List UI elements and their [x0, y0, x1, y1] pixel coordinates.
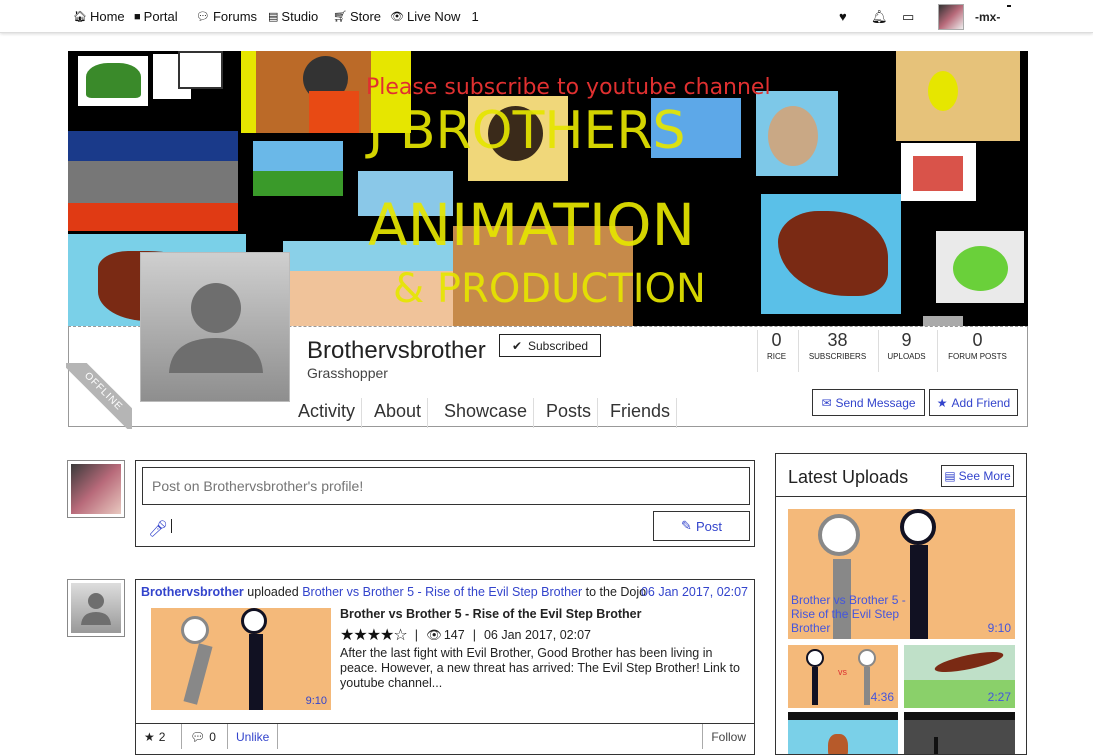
profile-name: Brothervsbrother — [307, 337, 486, 364]
offline-ribbon: OFFLINE — [66, 363, 132, 429]
profile-picture — [140, 252, 290, 402]
nav-forums[interactable]: 💬︎ Forums — [196, 9, 257, 24]
comment-icon: 💬︎ — [190, 729, 206, 744]
feed-user-link[interactable]: Brothervsbrother — [141, 585, 244, 599]
upload-date: 06 Jan 2017, 02:07 — [483, 628, 591, 642]
like-count-button[interactable]: ★ 2 — [136, 724, 182, 749]
eye-icon: 👁︎ — [425, 627, 442, 642]
star-icon: ★ — [936, 395, 948, 410]
view-count: 147 — [443, 628, 465, 642]
bell-icon[interactable]: 🔔︎ — [871, 9, 888, 25]
upload-thumbnail-4[interactable] — [788, 712, 898, 754]
comments-icon: 💬︎ — [196, 11, 210, 23]
check-icon: ✔ — [511, 338, 522, 353]
upload-thumbnail-1[interactable]: Brother vs Brother 5 - Rise of the Evil … — [788, 509, 1015, 639]
feed-thumbnail[interactable]: 9:10 — [151, 608, 331, 710]
upload-duration-3: 2:27 — [987, 690, 1011, 704]
tab-showcase[interactable]: Showcase — [438, 398, 535, 428]
default-user-icon — [81, 593, 111, 625]
activity-feed-item: Brothervsbrother uploaded Brother vs Bro… — [135, 579, 755, 755]
subscribe-button[interactable]: ✔ Subscribed — [499, 334, 601, 357]
upload-duration-2: 4:36 — [870, 690, 894, 704]
nav-studio[interactable]: ▤ Studio — [268, 9, 318, 24]
upload-thumbnail-5[interactable] — [904, 712, 1015, 754]
add-friend-button[interactable]: ★ Add Friend — [929, 389, 1018, 416]
edit-icon: ✎ — [681, 518, 692, 533]
follow-button[interactable]: Follow — [702, 724, 754, 749]
envelope-icon: ✉ — [821, 395, 832, 410]
feed-user-avatar[interactable] — [67, 579, 125, 637]
nav-store[interactable]: 🛒︎ Store — [333, 9, 381, 24]
send-message-button[interactable]: ✉ Send Message — [812, 389, 925, 416]
heart-icon[interactable]: ♥ — [839, 9, 847, 24]
top-navbar: 🏠︎ Home ■ Portal 💬︎ Forums ▤ Studio 🛒︎ Store … — [0, 0, 1093, 33]
see-more-button[interactable]: ▤ See More — [941, 465, 1014, 487]
banner-title-line1: J BROTHERS — [368, 101, 686, 161]
stat-forum-posts[interactable]: 0 FORUM POSTS — [937, 330, 1017, 372]
microphone-icon[interactable]: 🎤︎ — [148, 519, 168, 539]
cart-icon: 🛒︎ — [333, 11, 347, 23]
my-avatar — [67, 460, 125, 518]
latest-uploads-title: Latest Uploads — [788, 467, 909, 487]
unlike-button[interactable]: Unlike — [228, 724, 279, 749]
feed-duration: 9:10 — [305, 695, 327, 707]
feed-header: Brothervsbrother uploaded Brother vs Bro… — [141, 585, 647, 599]
post-input[interactable] — [142, 467, 750, 505]
tab-friends[interactable]: Friends — [604, 398, 678, 428]
post-button[interactable]: ✎ Post — [653, 511, 750, 541]
nav-portal[interactable]: ■ Portal — [134, 9, 178, 24]
eye-icon: 👁︎ — [390, 11, 404, 23]
banner-subscribe-text: Please subscribe to youtube channel — [366, 75, 771, 100]
nav-live-now[interactable]: 👁︎ Live Now 1 — [390, 9, 479, 24]
nav-home[interactable]: 🏠︎ Home — [73, 9, 125, 24]
user-avatar[interactable] — [938, 4, 964, 30]
star-icon: ★ — [144, 729, 155, 744]
username[interactable]: -mx- — [975, 10, 1000, 24]
stat-subscribers[interactable]: 38 SUBSCRIBERS — [798, 330, 876, 372]
live-count: 1 — [471, 9, 479, 24]
upload-duration-1: 9:10 — [987, 621, 1011, 635]
feed-date: 06 Jan 2017, 02:07 — [640, 585, 748, 599]
video-camera-icon: ■ — [134, 10, 141, 23]
profile-rank: Grasshopper — [307, 365, 388, 381]
feed-meta: ★★★★☆ | 👁︎ 147 | 06 Jan 2017, 02:07 — [340, 627, 591, 644]
upload-thumbnail-2[interactable]: vs 4:36 — [788, 645, 898, 708]
feed-item-link[interactable]: Brother vs Brother 5 - Rise of the Evil … — [302, 585, 582, 599]
tab-about[interactable]: About — [368, 398, 429, 428]
home-icon: 🏠︎ — [73, 11, 87, 23]
inbox-icon[interactable]: ▭ — [902, 9, 914, 25]
banner-title-line3: & PRODUCTION — [393, 266, 706, 312]
upload-thumbnail-3[interactable]: 2:27 — [904, 645, 1015, 708]
post-composer: 🎤︎ ✎Post — [135, 460, 755, 547]
stat-rice: 0 RICE — [757, 330, 795, 372]
feed-description: After the last fight with Evil Brother, … — [340, 646, 740, 690]
feed-actions: ★ 2 💬︎ 0 Unlike Follow — [136, 723, 754, 749]
comment-count-button[interactable]: 💬︎ 0 — [182, 724, 228, 749]
film-icon: ▤ — [944, 469, 956, 483]
offline-ribbon-container: OFFLINE — [66, 363, 132, 429]
rating-stars: ★★★★☆ — [340, 627, 408, 644]
tab-activity[interactable]: Activity — [292, 398, 363, 428]
dropdown-marker — [1007, 5, 1011, 7]
feed-title[interactable]: Brother vs Brother 5 - Rise of the Evil … — [340, 607, 641, 621]
film-icon: ▤ — [268, 11, 279, 23]
stat-uploads[interactable]: 9 UPLOADS — [878, 330, 934, 372]
tab-posts[interactable]: Posts — [540, 398, 599, 428]
upload-caption-1: Brother vs Brother 5 - Rise of the Evil … — [791, 593, 906, 635]
default-user-icon — [169, 283, 263, 373]
latest-uploads-panel: Latest Uploads ▤ See More Brother vs Brot… — [775, 453, 1027, 755]
text-cursor — [171, 519, 172, 533]
banner-title-line2: ANIMATION — [368, 191, 695, 259]
